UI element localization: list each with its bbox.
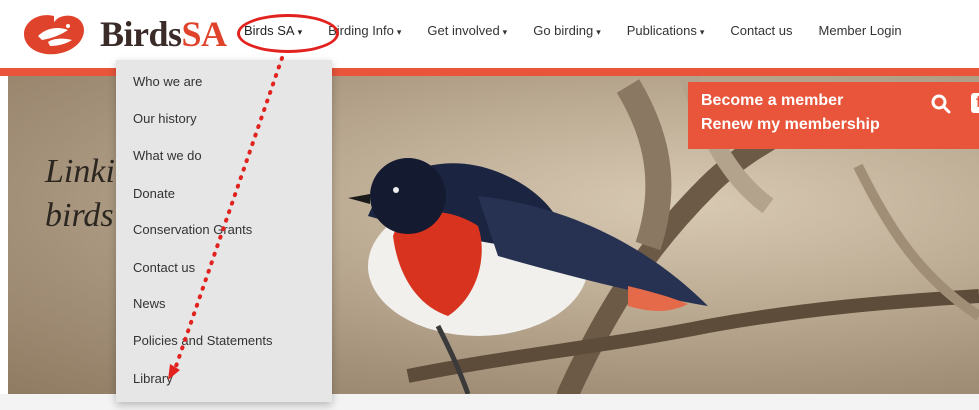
renew-membership-link[interactable]: Renew my membership (701, 116, 880, 134)
main-nav: Birds SA ▾ Birding Info ▾ Get involved ▾ Go… (244, 23, 928, 38)
search-icon[interactable] (931, 94, 951, 114)
chevron-down-icon: ▾ (699, 27, 705, 37)
site-header: BirdsSA Birds SA ▾ Birding Info ▾ Get invo… (0, 0, 979, 68)
menu-item-our-history[interactable]: Our history (133, 111, 197, 126)
menu-item-policies-and-statements[interactable]: Policies and Statements (133, 333, 272, 348)
bird-logo-icon (24, 15, 84, 55)
nav-item-member-login[interactable]: Member Login (819, 23, 902, 38)
menu-item-who-we-are[interactable]: Who we are (133, 74, 202, 89)
nav-item-contact-us[interactable]: Contact us (730, 23, 792, 38)
menu-item-library[interactable]: Library (133, 371, 173, 386)
nav-item-go-birding[interactable]: Go birding ▾ (533, 23, 601, 38)
annotation-circle (237, 14, 339, 53)
menu-item-what-we-do[interactable]: What we do (133, 148, 202, 163)
nav-item-get-involved[interactable]: Get involved ▾ (427, 23, 507, 38)
chevron-down-icon: ▾ (396, 27, 402, 37)
birdssa-logo[interactable]: BirdsSA (18, 8, 227, 60)
chevron-down-icon: ▾ (502, 27, 508, 37)
menu-item-contact-us[interactable]: Contact us (133, 260, 195, 275)
menu-item-donate[interactable]: Donate (133, 186, 175, 201)
menu-item-conservation-grants[interactable]: Conservation Grants (133, 222, 252, 237)
nav-item-publications[interactable]: Publications ▾ (627, 23, 705, 38)
facebook-icon[interactable]: f (971, 93, 979, 113)
chevron-down-icon: ▾ (596, 27, 601, 37)
membership-panel: Become a member Renew my membership f (688, 82, 979, 149)
menu-item-news[interactable]: News (133, 296, 166, 311)
nav-item-birding-info[interactable]: Birding Info ▾ (328, 23, 401, 38)
logo-wordmark: BirdsSA (100, 14, 227, 54)
become-member-link[interactable]: Become a member (701, 92, 843, 110)
birds-sa-dropdown-menu: Who we are Our history What we do Donate… (116, 60, 332, 402)
